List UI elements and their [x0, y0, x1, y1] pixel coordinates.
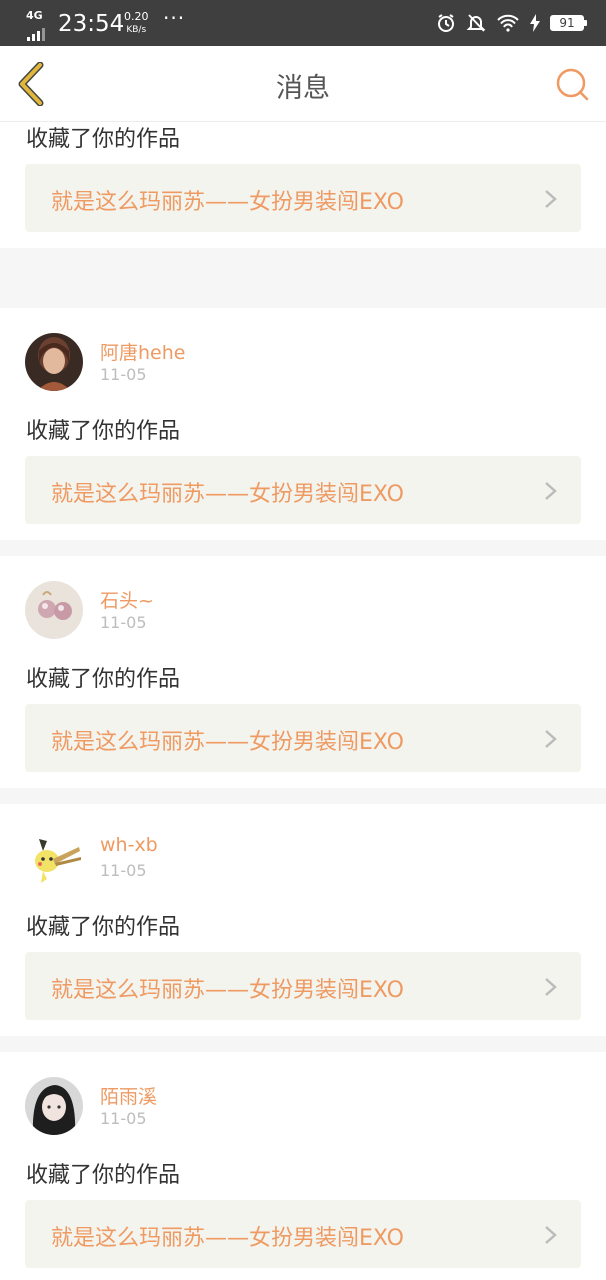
work-link[interactable]: 就是这么玛丽苏——女扮男装闯EXO [25, 1200, 581, 1268]
username-link[interactable]: 阿唐hehe [100, 338, 185, 365]
header-bar: 消息 [0, 46, 606, 122]
notification-date: 11-05 [100, 365, 147, 384]
user-avatar[interactable] [25, 829, 83, 887]
user-avatar[interactable] [25, 1077, 83, 1135]
work-link[interactable]: 就是这么玛丽苏——女扮男装闯EXO [25, 164, 581, 232]
alarm-icon [438, 14, 454, 32]
notification-card: 陌雨溪 11-05 收藏了你的作品 就是这么玛丽苏——女扮男装闯EXO [0, 1052, 606, 1280]
notification-action: 收藏了你的作品 [26, 667, 181, 692]
status-bar: 4G 23:54 0.20 KB/s ··· 91 [0, 0, 606, 46]
username-link[interactable]: 石头~ [100, 586, 154, 613]
notification-card: 11-05 收藏了你的作品 就是这么玛丽苏——女扮男装闯EXO [0, 122, 606, 248]
status-icons: 91 [436, 12, 587, 34]
mute-bell-icon [466, 14, 486, 32]
work-title: 就是这么玛丽苏——女扮男装闯EXO [51, 1226, 404, 1251]
wifi-icon [497, 14, 519, 32]
network-indicator: 4G [26, 9, 43, 22]
notification-card: wh-xb 11-05 收藏了你的作品 就是这么玛丽苏——女扮男装闯EXO [0, 804, 606, 1036]
work-title: 就是这么玛丽苏——女扮男装闯EXO [51, 978, 404, 1003]
username-link[interactable]: wh-xb [100, 834, 158, 856]
notification-card: 石头~ 11-05 收藏了你的作品 就是这么玛丽苏——女扮男装闯EXO [0, 556, 606, 788]
notification-card: 阿唐hehe 11-05 收藏了你的作品 就是这么玛丽苏——女扮男装闯EXO [0, 308, 606, 540]
chevron-right-icon [545, 482, 557, 500]
username-link[interactable]: 陌雨溪 [100, 1082, 157, 1109]
search-icon[interactable] [554, 66, 590, 102]
user-avatar[interactable] [25, 333, 83, 391]
network-speed: 0.20 KB/s [124, 10, 149, 36]
work-link[interactable]: 就是这么玛丽苏——女扮男装闯EXO [25, 704, 581, 772]
user-avatar[interactable] [25, 581, 83, 639]
work-title: 就是这么玛丽苏——女扮男装闯EXO [51, 190, 404, 215]
notification-date: 11-05 [100, 1109, 147, 1128]
notification-list: 11-05 收藏了你的作品 就是这么玛丽苏——女扮男装闯EXO 阿唐hehe 1… [0, 122, 606, 1280]
chevron-right-icon [545, 190, 557, 208]
signal-icon [27, 22, 47, 41]
charging-icon [530, 14, 540, 32]
notification-action: 收藏了你的作品 [26, 419, 181, 444]
notification-action: 收藏了你的作品 [26, 127, 181, 152]
notification-date: 11-05 [100, 861, 147, 880]
work-title: 就是这么玛丽苏——女扮男装闯EXO [51, 482, 404, 507]
work-link[interactable]: 就是这么玛丽苏——女扮男装闯EXO [25, 456, 581, 524]
more-notifications-icon: ··· [163, 6, 186, 30]
page-title: 消息 [276, 73, 330, 104]
notification-action: 收藏了你的作品 [26, 915, 181, 940]
work-title: 就是这么玛丽苏——女扮男装闯EXO [51, 730, 404, 755]
clock: 23:54 [58, 11, 125, 37]
notification-action: 收藏了你的作品 [26, 1163, 181, 1188]
chevron-right-icon [545, 978, 557, 996]
notification-date: 11-05 [100, 613, 147, 632]
chevron-right-icon [545, 730, 557, 748]
work-link[interactable]: 就是这么玛丽苏——女扮男装闯EXO [25, 952, 581, 1020]
battery-indicator: 91 [550, 15, 587, 31]
chevron-right-icon [545, 1226, 557, 1244]
